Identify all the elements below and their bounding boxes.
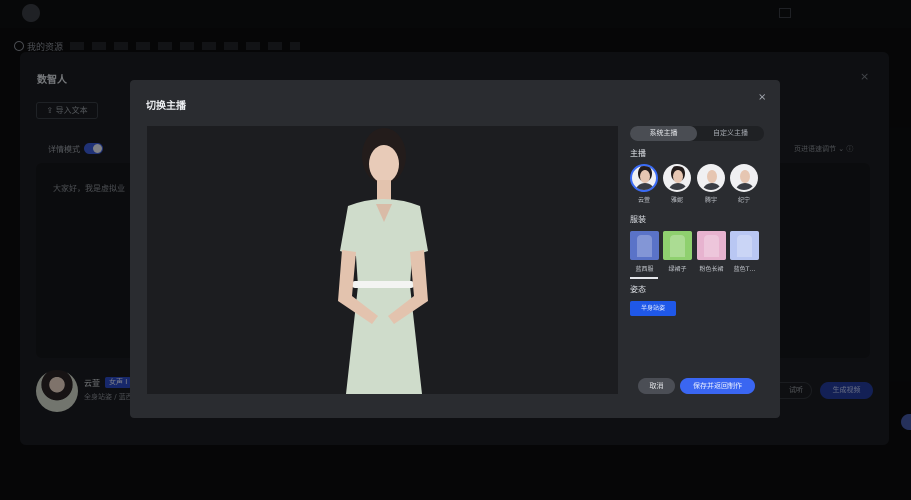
outfit-name: 绿裙子 (668, 266, 687, 273)
pose-section-title: 姿态 (630, 285, 646, 294)
selected-outfit-indicator (630, 277, 658, 279)
switch-anchor-modal: 切换主播 × 系统主播 自定义主播 主播 云萱 雅妮 腾宇 纪宁 服装 蓝西服 … (130, 80, 780, 418)
outfit-option[interactable]: 蓝色T… (730, 231, 759, 273)
cancel-button[interactable]: 取消 (638, 378, 675, 394)
anchor-option[interactable]: 腾宇 (697, 164, 725, 204)
save-and-return-button[interactable]: 保存并返回制作 (680, 378, 755, 394)
anchor-option[interactable]: 纪宁 (730, 164, 758, 204)
pose-option-half-standing[interactable]: 半身站姿 (630, 301, 676, 316)
outfit-thumbnail (663, 231, 692, 260)
avatar (663, 164, 691, 192)
anchor-option[interactable]: 雅妮 (663, 164, 691, 204)
outfit-option[interactable]: 粉色长裙 (697, 231, 726, 273)
avatar (630, 164, 658, 192)
outfit-name: 粉色长裙 (699, 266, 724, 273)
avatar (730, 164, 758, 192)
outfit-option[interactable]: 蓝西服 (630, 231, 659, 273)
anchor-option[interactable]: 云萱 (630, 164, 658, 204)
close-icon[interactable]: × (758, 92, 766, 103)
outfit-thumbnail (630, 231, 659, 260)
anchor-name: 雅妮 (670, 197, 683, 204)
avatar (697, 164, 725, 192)
outfit-thumbnail (730, 231, 759, 260)
anchor-type-tabs: 系统主播 自定义主播 (630, 126, 764, 141)
anchor-name: 云萱 (637, 197, 650, 204)
side-expand-handle[interactable] (901, 414, 911, 430)
anchor-section-title: 主播 (630, 149, 646, 158)
tab-custom-anchors[interactable]: 自定义主播 (697, 126, 764, 141)
modal-title: 切换主播 (146, 101, 186, 112)
outfit-name: 蓝西服 (635, 266, 654, 273)
outfit-section-title: 服装 (630, 215, 646, 224)
outfit-option[interactable]: 绿裙子 (663, 231, 692, 273)
anchor-preview (147, 126, 618, 394)
anchor-name: 腾宇 (704, 197, 717, 204)
outfit-name: 蓝色T… (733, 266, 756, 273)
outfit-thumbnail (697, 231, 726, 260)
anchor-name: 纪宁 (737, 197, 750, 204)
tab-system-anchors[interactable]: 系统主播 (630, 126, 697, 141)
anchor-figure (338, 128, 428, 394)
